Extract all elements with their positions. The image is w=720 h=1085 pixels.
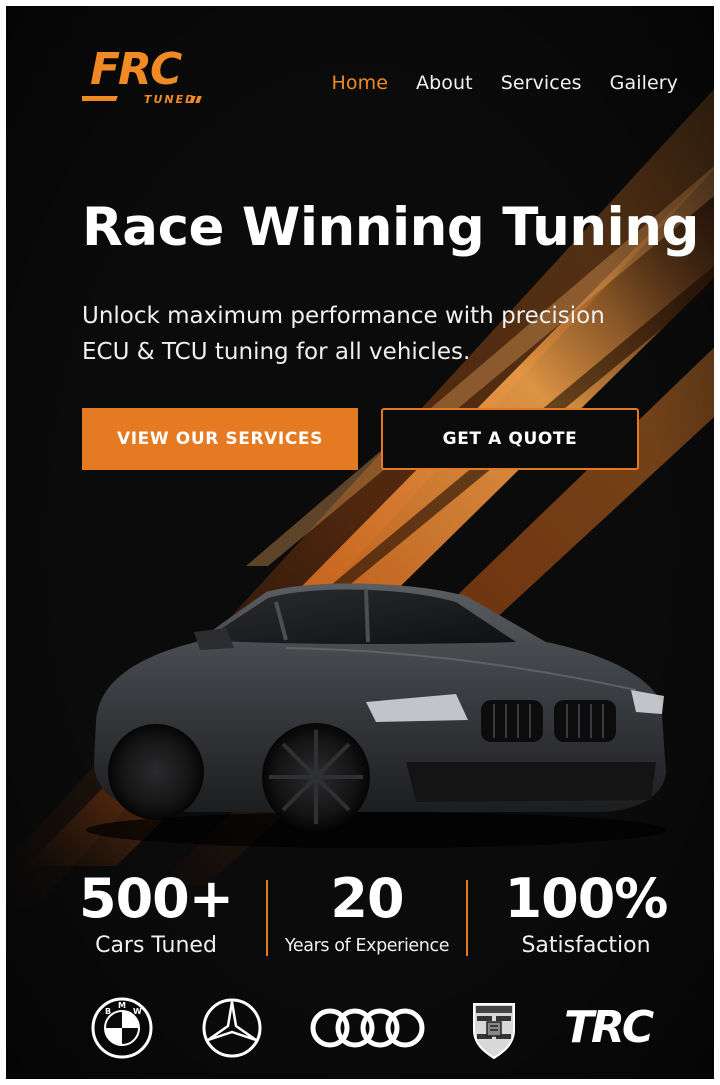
frc-tuned-logo[interactable]: FRC TUNED xyxy=(82,46,242,116)
nav-gallery[interactable]: Gailery xyxy=(610,72,678,94)
svg-text:B: B xyxy=(105,1007,111,1016)
stat-value: 500+ xyxy=(79,867,234,930)
svg-text:M: M xyxy=(118,1001,126,1010)
hero-subtitle: Unlock maximum performance with precisio… xyxy=(82,303,605,365)
stat-divider xyxy=(466,880,468,956)
hero-car-image xyxy=(86,583,666,848)
stat-value: 20 xyxy=(330,867,404,930)
brand-logos: B M W TRC xyxy=(86,996,686,1060)
logo-underline xyxy=(82,96,118,101)
porsche-crest-icon xyxy=(473,1003,515,1060)
stat-label: Satisfaction xyxy=(521,933,651,958)
stat-value: 100% xyxy=(504,867,669,930)
main-nav: Home About Services Gailery xyxy=(332,72,679,94)
trc-logo-icon: TRC xyxy=(564,1002,674,1056)
stats-section: 500+ Cars Tuned 20 Years of Experience 1… xyxy=(66,868,676,968)
hero-title: Race Winning Tuning xyxy=(82,197,699,258)
view-services-button[interactable]: VIEW OUR SERVICES xyxy=(82,408,358,470)
nav-services[interactable]: Services xyxy=(501,72,582,94)
trc-logo-text: TRC xyxy=(564,1002,654,1053)
stat-satisfaction: 100% Satisfaction xyxy=(486,868,686,962)
svg-text:W: W xyxy=(133,1007,142,1016)
stat-label: Cars Tuned xyxy=(95,933,217,958)
audi-logo-icon xyxy=(310,1008,425,1048)
page-frame: FRC TUNED Home About Services Gailery Ra… xyxy=(6,6,714,1079)
bmw-logo-icon: B M W xyxy=(91,997,153,1059)
mercedes-logo-icon xyxy=(202,998,262,1058)
stat-divider xyxy=(266,880,268,956)
nav-about[interactable]: About xyxy=(416,72,473,94)
stat-label: Years of Experience xyxy=(284,936,450,956)
nav-home[interactable]: Home xyxy=(332,72,389,94)
get-quote-button[interactable]: GET A QUOTE xyxy=(381,408,639,470)
stat-cars-tuned: 500+ Cars Tuned xyxy=(66,868,246,962)
logo-subtext: TUNED xyxy=(144,93,196,106)
logo-text: FRC xyxy=(90,46,182,95)
stat-years-experience: 20 Years of Experience xyxy=(278,868,456,962)
